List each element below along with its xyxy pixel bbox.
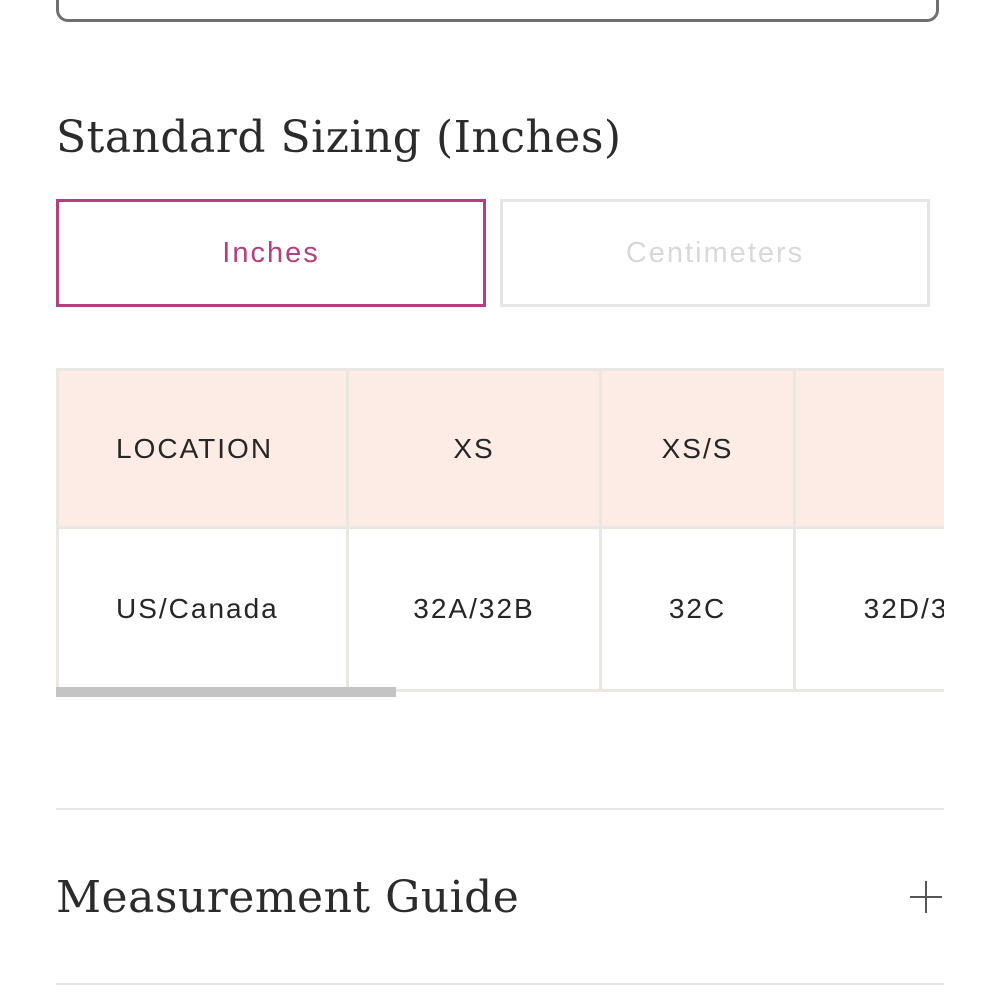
inches-toggle-button[interactable]: Inches <box>56 199 486 307</box>
size-table-scroll-container[interactable]: LOCATION XS XS/S US/Canada 32A/32B 32C 3… <box>56 368 944 698</box>
size-table: LOCATION XS XS/S US/Canada 32A/32B 32C 3… <box>56 368 944 692</box>
cell-xs: 32A/32B <box>346 526 602 692</box>
header-location: LOCATION <box>56 368 349 529</box>
header-next-size <box>793 368 944 529</box>
divider <box>56 808 944 810</box>
top-container-box <box>56 0 939 22</box>
cell-next-size: 32D/3 <box>793 526 944 692</box>
cell-xs-s: 32C <box>599 526 796 692</box>
cell-location: US/Canada <box>56 526 349 692</box>
table-row: US/Canada 32A/32B 32C 32D/3 <box>56 526 944 692</box>
header-xs-s: XS/S <box>599 368 796 529</box>
header-xs: XS <box>346 368 602 529</box>
centimeters-toggle-button[interactable]: Centimeters <box>500 199 930 307</box>
measurement-guide-accordion[interactable]: Measurement Guide <box>56 812 944 982</box>
accordion-title: Measurement Guide <box>56 871 520 923</box>
page: Standard Sizing (Inches) Inches Centimet… <box>0 0 999 1000</box>
divider <box>56 983 944 985</box>
table-header-row: LOCATION XS XS/S <box>56 368 944 529</box>
plus-icon[interactable] <box>910 881 942 913</box>
section-title: Standard Sizing (Inches) <box>56 112 622 163</box>
table-scrollbar[interactable] <box>56 687 944 697</box>
table-scrollbar-thumb[interactable] <box>56 687 396 697</box>
